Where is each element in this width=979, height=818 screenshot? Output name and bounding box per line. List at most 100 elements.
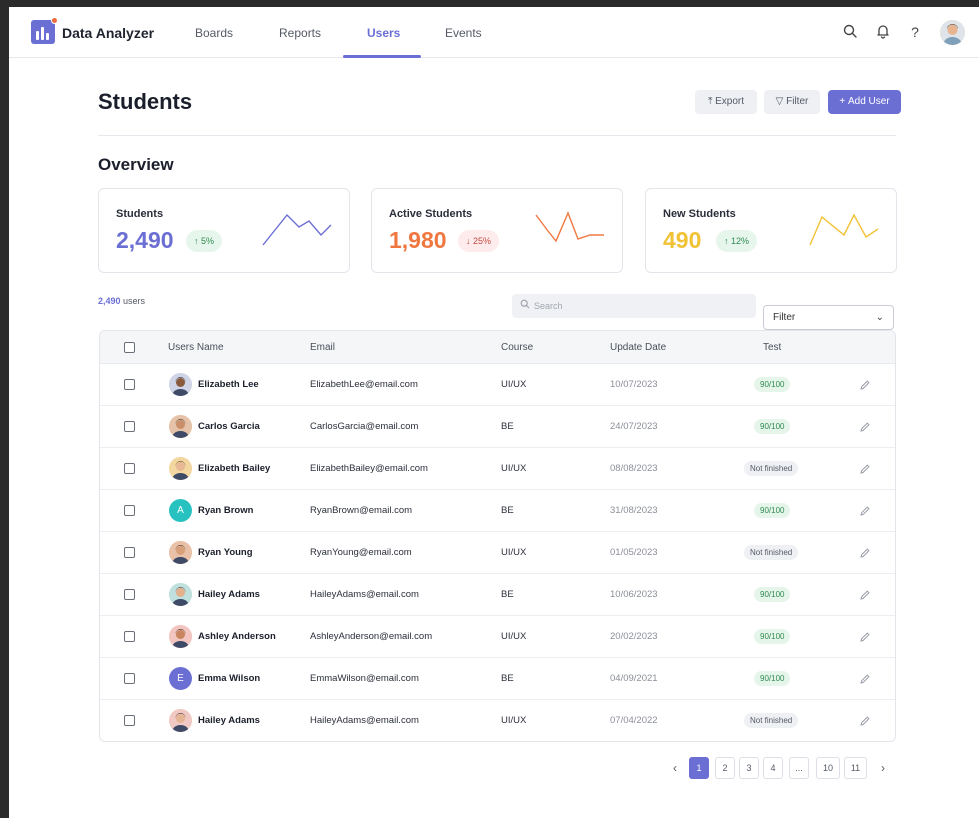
user-count: 2,490 users <box>98 296 146 306</box>
user-name[interactable]: Ashley Anderson <box>198 631 276 642</box>
users-table: Users Name Email Course Update Date Test… <box>99 330 896 742</box>
table-row[interactable]: Elizabeth Bailey ElizabethBailey@email.co… <box>100 448 895 490</box>
stat-delta-badge: ↑ 12% <box>716 230 758 252</box>
table-row[interactable]: Ashley Anderson AshleyAnderson@email.com U… <box>100 616 895 658</box>
update-date: 31/08/2023 <box>610 505 658 516</box>
search-input[interactable] <box>534 297 744 315</box>
column-header-name[interactable]: Users Name <box>168 342 224 353</box>
row-checkbox[interactable] <box>124 421 135 432</box>
stat-card-active-students: Active Students 1,980 ↓ 25% <box>371 188 623 273</box>
tab-boards[interactable]: Boards <box>195 26 233 40</box>
row-checkbox[interactable] <box>124 547 135 558</box>
overview-title: Overview <box>98 155 174 174</box>
user-name[interactable]: Elizabeth Lee <box>198 379 259 390</box>
table-row[interactable]: Hailey Adams HaileyAdams@email.com BE 10/06… <box>100 574 895 616</box>
sparkline-chart <box>809 213 879 246</box>
avatar <box>169 583 192 606</box>
table-row[interactable]: E Emma Wilson EmmaWilson@email.com BE 04/09/… <box>100 658 895 700</box>
user-email: AshleyAnderson@email.com <box>310 631 433 642</box>
search-icon[interactable] <box>841 23 859 41</box>
active-tab-indicator <box>343 55 421 58</box>
row-checkbox[interactable] <box>124 505 135 516</box>
add-user-button[interactable]: + Add User <box>828 90 901 114</box>
avatar <box>169 625 192 648</box>
page-button-10[interactable]: 10 <box>816 757 840 779</box>
upload-icon: ⤒ <box>707 96 713 107</box>
prev-page-button[interactable]: ‹ <box>667 757 683 779</box>
update-date: 10/06/2023 <box>610 589 658 600</box>
user-avatar[interactable] <box>940 20 965 45</box>
table-row[interactable]: Carlos Garcia CarlosGarcia@email.com BE 24/… <box>100 406 895 448</box>
tab-events[interactable]: Events <box>445 26 482 40</box>
test-status-badge: 90/100 <box>754 419 791 434</box>
column-header-course[interactable]: Course <box>501 342 533 353</box>
select-all-checkbox[interactable] <box>124 342 135 353</box>
user-name[interactable]: Hailey Adams <box>198 589 260 600</box>
page-button-3[interactable]: 3 <box>739 757 759 779</box>
stat-card-new-students: New Students 490 ↑ 12% <box>645 188 897 273</box>
page-button-4[interactable]: 4 <box>763 757 783 779</box>
column-header-test[interactable]: Test <box>763 342 781 353</box>
edit-pencil-icon[interactable] <box>859 463 871 475</box>
table-row[interactable]: Ryan Young RyanYoung@email.com UI/UX 01/05/… <box>100 532 895 574</box>
edit-pencil-icon[interactable] <box>859 379 871 391</box>
user-course: UI/UX <box>501 379 527 390</box>
logo-icon[interactable] <box>31 17 58 44</box>
table-row[interactable]: Elizabeth Lee ElizabethLee@email.com UI/UX… <box>100 364 895 406</box>
search-icon <box>520 299 530 312</box>
page-button-2[interactable]: 2 <box>715 757 735 779</box>
row-checkbox[interactable] <box>124 379 135 390</box>
update-date: 07/04/2022 <box>610 715 658 726</box>
user-email: ElizabethBailey@email.com <box>310 463 428 474</box>
page-button-1[interactable]: 1 <box>689 757 709 779</box>
column-header-email[interactable]: Email <box>310 342 335 353</box>
brand-name[interactable]: Data Analyzer <box>62 25 154 41</box>
edit-pencil-icon[interactable] <box>859 547 871 559</box>
tab-users[interactable]: Users <box>367 26 400 40</box>
update-date: 04/09/2021 <box>610 673 658 684</box>
stat-delta-badge: ↑ 5% <box>186 230 223 252</box>
tab-reports[interactable]: Reports <box>279 26 321 40</box>
stat-value: 2,490 <box>116 227 174 253</box>
edit-pencil-icon[interactable] <box>859 631 871 643</box>
user-email: EmmaWilson@email.com <box>310 673 419 684</box>
column-header-update-date[interactable]: Update Date <box>610 342 666 353</box>
row-checkbox[interactable] <box>124 463 135 474</box>
filter-dropdown[interactable]: Filter ⌄ <box>763 305 894 330</box>
row-checkbox[interactable] <box>124 673 135 684</box>
row-checkbox[interactable] <box>124 715 135 726</box>
user-name[interactable]: Hailey Adams <box>198 715 260 726</box>
filter-button[interactable]: ▽ Filter <box>764 90 820 114</box>
table-row[interactable]: Hailey Adams HaileyAdams@email.com UI/UX 07… <box>100 700 895 741</box>
user-course: UI/UX <box>501 715 527 726</box>
avatar <box>169 457 192 480</box>
search-box[interactable] <box>512 294 756 318</box>
edit-pencil-icon[interactable] <box>859 673 871 685</box>
user-name[interactable]: Ryan Brown <box>198 505 253 516</box>
user-name[interactable]: Ryan Young <box>198 547 253 558</box>
arrow-up-icon: ↑ <box>194 236 199 246</box>
test-status-badge: Not finished <box>744 713 799 728</box>
bell-icon[interactable] <box>874 23 892 41</box>
next-page-button[interactable]: › <box>875 757 891 779</box>
funnel-icon: ▽ <box>775 96 784 107</box>
user-name[interactable]: Elizabeth Bailey <box>198 463 270 474</box>
help-icon[interactable]: ? <box>906 23 924 41</box>
row-checkbox[interactable] <box>124 589 135 600</box>
edit-pencil-icon[interactable] <box>859 715 871 727</box>
avatar: A <box>169 499 192 522</box>
avatar <box>169 541 192 564</box>
page-button-11[interactable]: 11 <box>844 757 867 779</box>
table-header: Users Name Email Course Update Date Test <box>100 331 895 364</box>
avatar <box>169 709 192 732</box>
export-button[interactable]: ⤒ Export <box>695 90 757 114</box>
edit-pencil-icon[interactable] <box>859 589 871 601</box>
edit-pencil-icon[interactable] <box>859 505 871 517</box>
row-checkbox[interactable] <box>124 631 135 642</box>
table-row[interactable]: A Ryan Brown RyanBrown@email.com BE 31/08/20… <box>100 490 895 532</box>
page-ellipsis[interactable]: ... <box>789 757 809 779</box>
edit-pencil-icon[interactable] <box>859 421 871 433</box>
user-email: HaileyAdams@email.com <box>310 715 419 726</box>
user-name[interactable]: Carlos Garcia <box>198 421 260 432</box>
user-name[interactable]: Emma Wilson <box>198 673 260 684</box>
